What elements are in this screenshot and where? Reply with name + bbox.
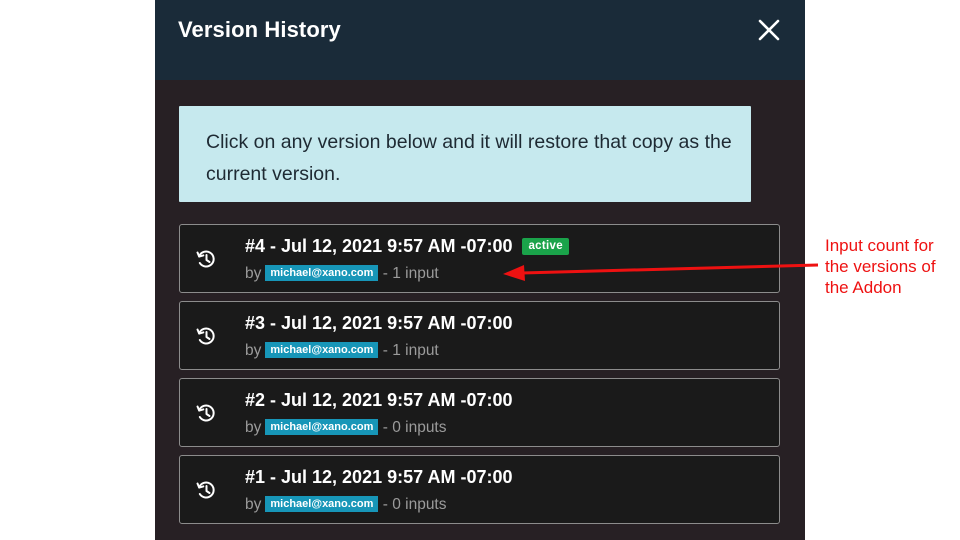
input-count: - 0 inputs [382, 496, 447, 513]
author-chip: michael@xano.com [265, 265, 379, 281]
version-meta: by michael@xano.com - 0 inputs [245, 419, 447, 437]
by-label: by [245, 342, 262, 359]
input-count: - 0 inputs [382, 419, 447, 436]
panel-header: Version History [155, 0, 805, 80]
version-item[interactable]: #2 - Jul 12, 2021 9:57 AM -07:00 by michae… [179, 378, 780, 447]
history-icon [195, 479, 217, 501]
version-title: #1 - Jul 12, 2021 9:57 AM -07:00 [245, 467, 513, 487]
author-chip: michael@xano.com [265, 342, 379, 358]
history-icon [195, 325, 217, 347]
version-item[interactable]: #4 - Jul 12, 2021 9:57 AM -07:00 active by… [179, 224, 780, 293]
version-title: #3 - Jul 12, 2021 9:57 AM -07:00 [245, 313, 513, 333]
annotation-callout: Input count for the versions of the Addo… [825, 235, 955, 298]
version-list: #4 - Jul 12, 2021 9:57 AM -07:00 active by… [179, 224, 782, 532]
version-meta: by michael@xano.com - 1 input [245, 342, 439, 360]
version-title-row: #1 - Jul 12, 2021 9:57 AM -07:00 [245, 467, 512, 488]
close-button[interactable] [755, 16, 783, 44]
annotation-line: Input count for [825, 236, 934, 255]
history-icon [195, 402, 217, 424]
by-label: by [245, 496, 262, 513]
by-label: by [245, 265, 262, 282]
info-message: Click on any version below and it will r… [179, 106, 751, 202]
annotation-line: the versions of [825, 257, 936, 276]
version-item[interactable]: #3 - Jul 12, 2021 9:57 AM -07:00 by michae… [179, 301, 780, 370]
annotation-line: the Addon [825, 278, 902, 297]
version-title-row: #2 - Jul 12, 2021 9:57 AM -07:00 [245, 390, 512, 411]
version-meta: by michael@xano.com - 1 input [245, 265, 439, 283]
version-title: #4 - Jul 12, 2021 9:57 AM -07:00 [245, 236, 513, 256]
version-item[interactable]: #1 - Jul 12, 2021 9:57 AM -07:00 by michae… [179, 455, 780, 524]
version-title-row: #4 - Jul 12, 2021 9:57 AM -07:00 active [245, 236, 569, 257]
version-title: #2 - Jul 12, 2021 9:57 AM -07:00 [245, 390, 513, 410]
author-chip: michael@xano.com [265, 496, 379, 512]
close-icon [758, 19, 780, 41]
input-count: - 1 input [382, 342, 439, 359]
by-label: by [245, 419, 262, 436]
input-count: - 1 input [382, 265, 439, 282]
version-title-row: #3 - Jul 12, 2021 9:57 AM -07:00 [245, 313, 512, 334]
version-meta: by michael@xano.com - 0 inputs [245, 496, 447, 514]
info-text: Click on any version below and it will r… [206, 131, 732, 185]
author-chip: michael@xano.com [265, 419, 379, 435]
active-badge: active [522, 238, 569, 255]
version-history-panel: Version History Click on any version bel… [155, 0, 805, 540]
panel-title: Version History [178, 17, 341, 42]
history-icon [195, 248, 217, 270]
